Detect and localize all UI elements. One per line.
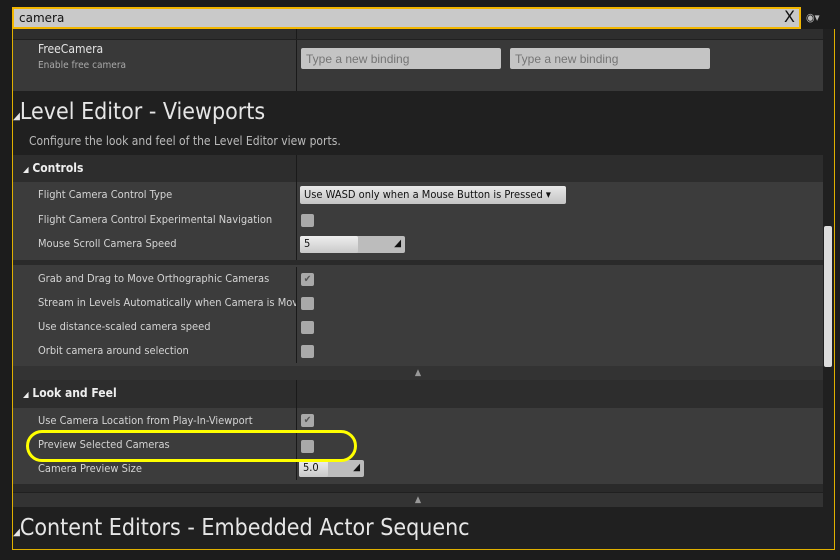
flight-type-dropdown[interactable]: Use WASD only when a Mouse Button is Pre…: [300, 186, 566, 204]
section-description: Configure the look and feel of the Level…: [29, 134, 341, 148]
collapse-advanced-icon[interactable]: ▲: [13, 366, 823, 380]
binding-input-2[interactable]: [510, 48, 710, 69]
flight-type-label: Flight Camera Control Type: [38, 188, 173, 201]
stream-label: Stream in Levels Automatically when Came…: [38, 296, 296, 309]
next-section-title-text: Content Editors - Embedded Actor Sequenc: [19, 515, 470, 541]
highlight-ellipse: [26, 430, 357, 462]
search-box[interactable]: X: [12, 7, 801, 29]
section-title-text: Level Editor - Viewports: [19, 99, 266, 125]
next-section-title[interactable]: ◢Content Editors - Embedded Actor Sequen…: [13, 515, 470, 541]
distance-checkbox[interactable]: [301, 321, 314, 334]
free-camera-row: FreeCamera Enable free camera: [13, 40, 823, 91]
orbit-checkbox[interactable]: [301, 345, 314, 358]
stream-checkbox[interactable]: [301, 297, 314, 310]
controls-group-2: Grab and Drag to Move Orthographic Camer…: [13, 265, 823, 366]
flight-nav-checkbox[interactable]: [301, 214, 314, 227]
eye-icon[interactable]: ◉▾: [806, 11, 834, 25]
preview-size-label: Camera Preview Size: [38, 462, 142, 475]
preview-size-spinbox[interactable]: 5.0 ◢: [299, 460, 364, 477]
scrollbar-thumb[interactable]: [824, 226, 832, 367]
scroll-speed-label: Mouse Scroll Camera Speed: [38, 237, 177, 250]
settings-panel: FreeCamera Enable free camera ◢Level Edi…: [12, 29, 835, 550]
flight-nav-label: Flight Camera Control Experimental Navig…: [38, 213, 273, 226]
use-location-checkbox[interactable]: ✔: [301, 414, 314, 427]
controls-group-1: Flight Camera Control Type Use WASD only…: [13, 182, 823, 260]
distance-label: Use distance-scaled camera speed: [38, 320, 211, 333]
look-header[interactable]: ◢ Look and Feel: [13, 380, 823, 408]
grab-drag-checkbox[interactable]: ✔: [301, 273, 314, 286]
clear-search-icon[interactable]: X: [784, 7, 795, 26]
collapse-advanced-icon[interactable]: ▲: [13, 493, 823, 507]
look-title: Look and Feel: [32, 386, 117, 400]
search-input[interactable]: [16, 10, 776, 26]
grab-drag-label: Grab and Drag to Move Orthographic Camer…: [38, 272, 270, 285]
controls-header[interactable]: ◢ Controls: [13, 155, 823, 182]
free-camera-label: FreeCamera: [38, 42, 104, 56]
controls-title: Controls: [32, 161, 84, 175]
scroll-speed-spinbox[interactable]: 5 ◢: [300, 236, 405, 253]
partial-row: [13, 29, 823, 39]
section-title[interactable]: ◢Level Editor - Viewports: [13, 99, 265, 125]
binding-input-1[interactable]: [301, 48, 501, 69]
use-location-label: Use Camera Location from Play-In-Viewpor…: [38, 414, 253, 427]
orbit-label: Orbit camera around selection: [38, 344, 189, 357]
free-camera-description: Enable free camera: [38, 60, 127, 71]
